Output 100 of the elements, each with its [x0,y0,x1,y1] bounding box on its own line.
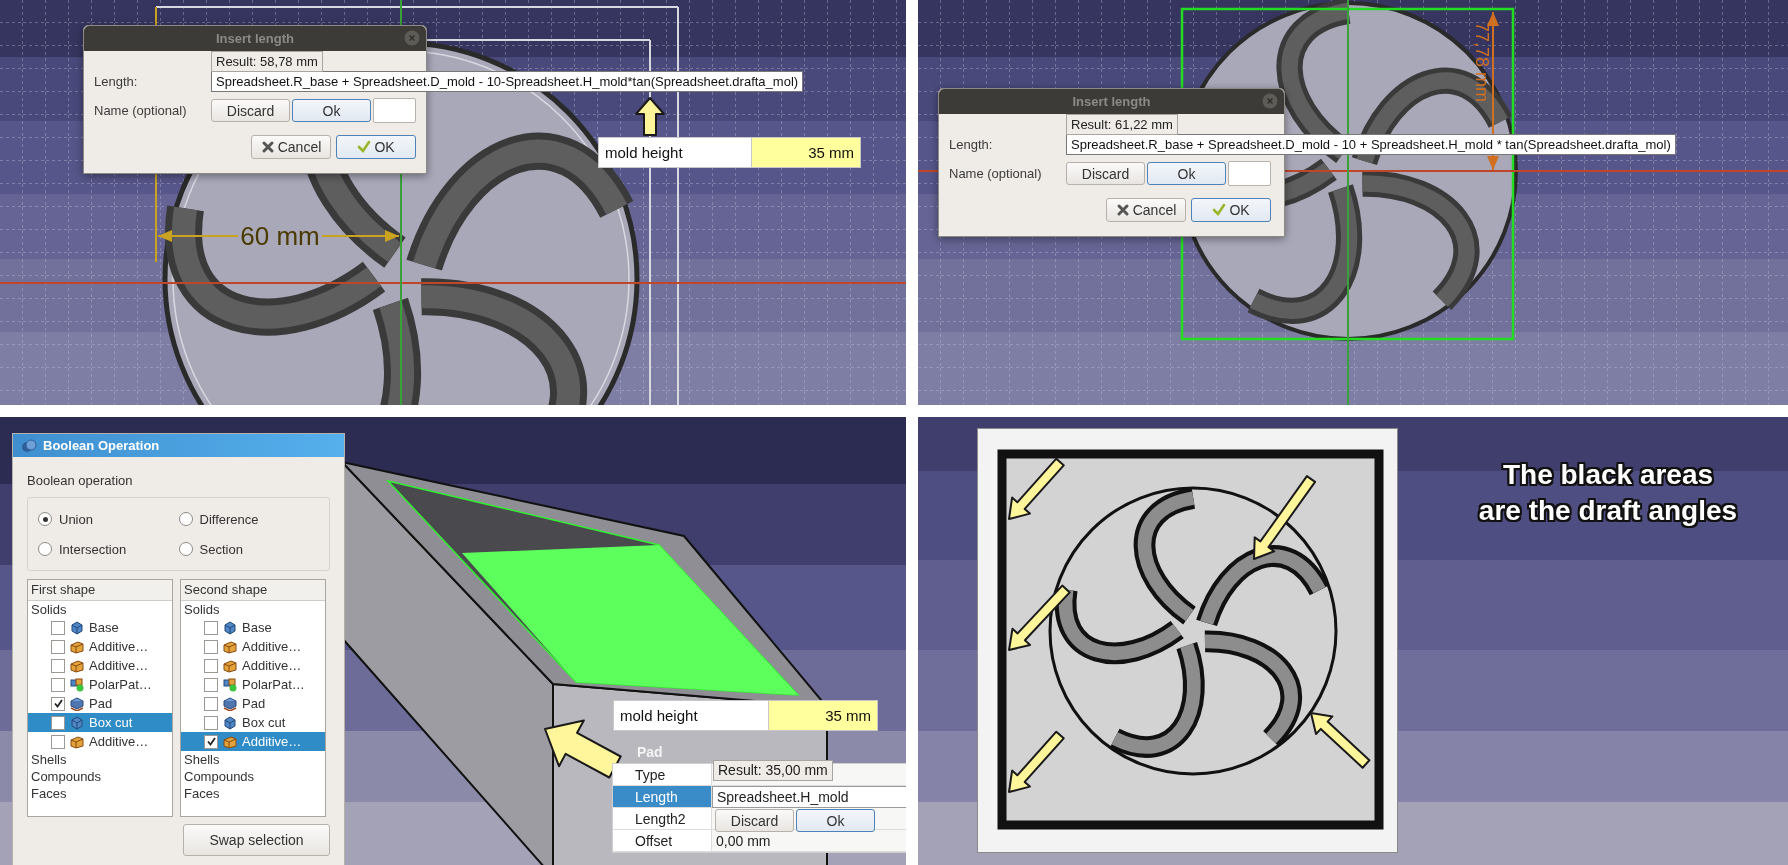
radio-option[interactable]: Difference [178,510,319,528]
ok-button[interactable]: Ok [292,99,371,122]
pattern-icon [70,677,84,692]
checkbox[interactable] [51,715,65,730]
spreadsheet-cell[interactable]: 35 mm [769,701,877,730]
discard-button[interactable]: Discard [211,99,290,122]
radio-option[interactable]: Union [38,510,179,528]
tree-group-label[interactable]: Shells [181,751,325,768]
tree-item[interactable]: Box cut [181,713,325,732]
checkbox[interactable] [51,658,65,673]
radio-option[interactable]: Intersection [38,540,179,558]
checkbox[interactable] [51,677,65,692]
tree-group-label[interactable]: Compounds [181,768,325,785]
solid-icon [70,715,84,730]
tooltip: Result: 61,22 mm [1066,114,1178,135]
check-icon [1212,203,1227,217]
pointer-arrow [1008,584,1071,651]
tree-item[interactable]: Additive… [28,637,172,656]
tree-group-label[interactable]: Shells [28,751,172,768]
ok-button[interactable]: OK [336,135,416,159]
checkbox[interactable] [204,677,218,692]
checkbox[interactable] [204,639,218,654]
tree-item[interactable]: PolarPat… [181,675,325,694]
expression-field[interactable]: Spreadsheet.R_base + Spreadsheet.D_mold - 10-Spreadsheet.H_mold*tan(Spreadsheet.drafta_mol) [211,71,804,92]
tree-group-label[interactable]: Faces [28,785,172,802]
checkbox[interactable] [51,696,65,711]
spheres-icon [21,438,37,453]
field-label: Name (optional) [949,166,1043,181]
stack-icon [223,696,237,711]
input-field[interactable]: Spreadsheet.H_mold [712,786,906,808]
cancel-button[interactable]: Cancel [251,135,331,159]
check-icon [357,140,372,154]
radio-button[interactable] [38,542,52,556]
column-header: Second shape [181,580,325,601]
field-label: Name (optional) [94,103,188,118]
field-label: Length: [94,74,139,89]
expression-field[interactable]: Spreadsheet.R_base + Spreadsheet.D_mold - 10 + Spreadsheet.H_mold * tan(Spreadsheet.drafta_mol) [1066,134,1676,155]
spreadsheet-cell[interactable]: mold height [599,138,752,167]
cancel-icon [260,140,275,154]
checkbox[interactable] [204,696,218,711]
discard-button[interactable]: Discard [715,809,794,832]
column-header: First shape [28,580,172,601]
box-icon [223,734,237,749]
tree-item[interactable]: PolarPat… [28,675,172,694]
spreadsheet-cell[interactable]: 35 mm [752,138,860,167]
swap-button[interactable]: Swap selection [183,824,330,856]
radio-button[interactable] [178,512,193,526]
radio-button[interactable] [178,542,193,556]
tree-group-label[interactable]: Faces [181,785,325,802]
tree-item[interactable]: Additive… [28,732,172,751]
tooltip: Result: 35,00 mm [713,760,833,781]
checkbox[interactable] [51,620,65,635]
input-field[interactable] [1228,161,1271,186]
close-icon[interactable] [404,30,420,46]
cancel-icon [1115,203,1130,217]
window-title: Insert length [1072,94,1151,109]
pointer-arrow [1310,712,1371,769]
tree-item[interactable]: Base [28,618,172,637]
tree-item[interactable]: Additive… [28,656,172,675]
close-icon[interactable] [1262,93,1278,109]
dimension-label: 60 mm [240,221,320,251]
box-icon [223,639,237,654]
checkbox[interactable] [204,658,218,673]
tree-item[interactable]: Pad [28,694,172,713]
tree-item[interactable]: Additive… [181,656,325,675]
ok-button[interactable]: OK [1191,198,1271,222]
ok-button[interactable]: Ok [1147,162,1226,185]
pointer-arrow [1008,457,1065,520]
checkbox[interactable] [51,734,65,749]
solid-icon [223,715,237,730]
field-label: Length: [949,137,994,152]
tree-group-label[interactable]: Solids [181,601,325,618]
pattern-icon [223,677,237,692]
pointer-arrow [635,97,665,136]
discard-button[interactable]: Discard [1066,162,1145,185]
panel-title: Boolean Operation [43,438,160,453]
ok-button[interactable]: Ok [796,809,875,832]
solid-icon [70,620,84,635]
tooltip: Result: 58,78 mm [211,51,323,72]
checkbox[interactable] [204,715,218,730]
radio-option[interactable]: Section [178,540,319,558]
checkbox[interactable] [204,734,218,749]
checkbox[interactable] [204,620,218,635]
checkbox[interactable] [51,639,65,654]
tree-item[interactable]: Box cut [28,713,172,732]
tree-item[interactable]: Additive… [181,637,325,656]
solid-icon [223,620,237,635]
radio-button[interactable] [38,512,52,526]
cancel-button[interactable]: Cancel [1106,198,1186,222]
box-icon [223,658,237,673]
input-field[interactable] [373,98,416,123]
spreadsheet-cell[interactable]: mold height [614,701,769,730]
tree-item[interactable]: Base [181,618,325,637]
tree-group-label[interactable]: Solids [28,601,172,618]
tree-item[interactable]: Pad [181,694,325,713]
property-name[interactable]: Length [613,786,712,808]
window-title: Insert length [216,31,294,46]
tree-group-label[interactable]: Compounds [28,768,172,785]
tree-item[interactable]: Additive… [181,732,325,751]
property-value: 0,00 mm [712,830,906,852]
